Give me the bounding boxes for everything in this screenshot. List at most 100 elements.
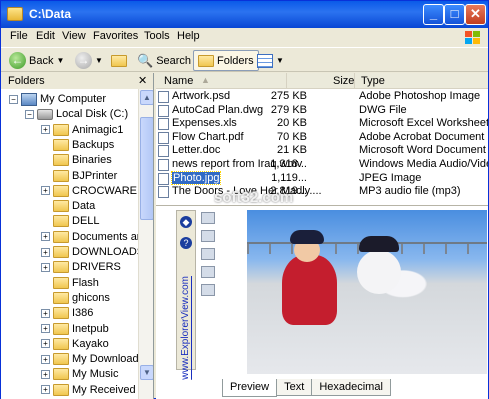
tree-item[interactable]: ghicons xyxy=(41,290,110,306)
tab-hexadecimal[interactable]: Hexadecimal xyxy=(311,379,391,396)
views-button[interactable]: ▼ xyxy=(257,50,284,71)
tree-item[interactable]: + DOWNLOADS xyxy=(41,244,144,260)
tree-item[interactable]: + My Received xyxy=(41,382,136,398)
scroll-down-icon[interactable]: ▼ xyxy=(140,365,153,380)
expand-icon[interactable]: + xyxy=(41,339,50,349)
tree-item-label: ghicons xyxy=(72,291,110,304)
expand-icon[interactable]: + xyxy=(41,385,50,395)
file-size: 70 KB xyxy=(277,130,307,143)
tree-item[interactable]: Binaries xyxy=(41,152,112,168)
tree-item[interactable]: + My Downloads xyxy=(41,351,144,367)
title-bar[interactable]: C:\Data _ □ ✕ xyxy=(1,1,488,28)
tree-item-label: I386 xyxy=(72,307,94,320)
explorerview-link[interactable]: www.ExplorerView.com xyxy=(180,276,191,380)
expand-icon[interactable]: + xyxy=(41,369,50,379)
tree-item[interactable]: DELL xyxy=(41,213,100,229)
close-button[interactable]: ✕ xyxy=(465,4,486,25)
minimize-button[interactable]: _ xyxy=(423,4,444,25)
collapse-icon[interactable]: − xyxy=(9,94,18,104)
up-folder-button[interactable] xyxy=(111,50,127,71)
menu-tools[interactable]: Tools xyxy=(144,30,170,42)
menu-help[interactable]: Help xyxy=(177,30,200,42)
back-button[interactable]: ← Back ▼ xyxy=(9,50,64,71)
menu-edit[interactable]: Edit xyxy=(36,30,55,42)
preview-pane: ◆ ? www.ExplorerView.com soft32.com Prev… xyxy=(156,189,488,399)
tree-item-label: Binaries xyxy=(72,154,112,167)
search-button[interactable]: 🔍 Search xyxy=(137,50,191,71)
file-row[interactable]: Letter.doc 21 KB Microsoft Word Document xyxy=(156,144,488,158)
file-icon xyxy=(158,159,169,171)
tree-item[interactable]: + DRIVERS xyxy=(41,259,121,275)
search-icon: 🔍 xyxy=(137,52,154,68)
help-icon[interactable]: ? xyxy=(180,237,192,249)
forward-button[interactable]: → ▼ xyxy=(75,50,103,71)
file-name: Expenses.xls xyxy=(172,117,237,130)
folder-icon xyxy=(53,368,69,381)
file-row[interactable]: news report from Iraq.wmv 1,318... Windows… xyxy=(156,158,488,171)
tree-item-label: Data xyxy=(72,200,96,213)
column-name[interactable]: Name xyxy=(164,75,193,87)
expand-icon[interactable]: + xyxy=(41,262,50,272)
scroll-up-icon[interactable]: ▲ xyxy=(140,90,153,105)
folder-icon xyxy=(53,276,69,289)
tool-icon[interactable] xyxy=(201,248,215,260)
menu-favorites[interactable]: Favorites xyxy=(93,30,138,42)
tab-preview[interactable]: Preview xyxy=(222,379,278,397)
folder-icon xyxy=(53,123,69,136)
file-size: 21 KB xyxy=(277,144,307,157)
expand-icon[interactable]: + xyxy=(41,324,50,333)
up-folder-icon xyxy=(111,54,127,67)
file-row[interactable]: Artwork.psd 275 KB Adobe Photoshop Image xyxy=(156,90,488,103)
file-row[interactable]: Expenses.xls 20 KB Microsoft Excel Workshe… xyxy=(156,117,488,131)
folder-icon xyxy=(53,337,69,350)
close-pane-icon[interactable]: ✕ xyxy=(138,74,147,87)
tree-item[interactable]: + Inetpub xyxy=(41,321,109,337)
expand-icon[interactable]: + xyxy=(41,308,50,318)
folder-icon xyxy=(53,307,69,320)
file-name: AutoCad Plan.dwg xyxy=(172,103,264,116)
tree-scrollbar[interactable]: ▲ ▼ xyxy=(138,89,153,399)
expand-icon[interactable]: + xyxy=(41,186,50,196)
menu-file[interactable]: File xyxy=(10,30,28,42)
file-row[interactable]: AutoCad Plan.dwg 279 KB DWG File xyxy=(156,104,488,117)
file-type: Adobe Acrobat Document xyxy=(359,130,485,143)
tool-icon[interactable] xyxy=(201,230,215,242)
folder-icon xyxy=(53,261,69,274)
tool-icon[interactable] xyxy=(201,266,215,278)
tree-item[interactable]: + CROCWARE xyxy=(41,183,137,199)
menu-view[interactable]: View xyxy=(62,30,86,42)
tree-item[interactable]: + My Music xyxy=(41,366,118,382)
tree-item[interactable]: + Animagic1 xyxy=(41,122,123,138)
tool-icon[interactable] xyxy=(201,284,215,296)
file-row[interactable]: Photo.jpg 1,119... JPEG Image xyxy=(156,170,488,185)
tool-icon[interactable] xyxy=(201,212,215,224)
maximize-button[interactable]: □ xyxy=(444,4,465,25)
tree-item-label: DOWNLOADS xyxy=(72,246,145,258)
expand-icon[interactable]: + xyxy=(41,354,50,364)
collapse-icon[interactable]: − xyxy=(25,109,34,119)
tree-item[interactable]: − Local Disk (C:) xyxy=(25,106,128,122)
folder-icon xyxy=(53,215,69,228)
file-row[interactable]: Flow Chart.pdf 70 KB Adobe Acrobat Documen… xyxy=(156,131,488,144)
column-size[interactable]: Size xyxy=(333,75,354,87)
scroll-thumb[interactable] xyxy=(140,117,153,220)
file-row[interactable]: The Doors - Love Her Madly.... 2,819... MP… xyxy=(156,185,488,199)
expand-icon[interactable]: + xyxy=(41,232,50,242)
tab-text[interactable]: Text xyxy=(276,379,313,396)
tree-item[interactable]: + I386 xyxy=(41,305,93,321)
file-icon xyxy=(158,104,169,117)
tree-item-label: My Downloads xyxy=(72,353,145,366)
tree-item[interactable]: + Kayako xyxy=(41,336,109,352)
tree-item[interactable]: − My Computer xyxy=(9,91,106,107)
tree-item-label: Local Disk (C:) xyxy=(56,108,129,121)
info-icon[interactable]: ◆ xyxy=(180,216,192,228)
file-type: Microsoft Word Document xyxy=(359,144,486,157)
folders-button[interactable]: Folders xyxy=(193,50,259,71)
expand-icon[interactable]: + xyxy=(41,247,50,257)
expand-icon[interactable]: + xyxy=(41,125,50,135)
column-type[interactable]: Type xyxy=(361,75,385,87)
tree-item[interactable]: Data xyxy=(41,198,95,214)
tree-item[interactable]: Flash xyxy=(41,275,99,291)
tree-item[interactable]: Backups xyxy=(41,137,114,153)
tree-item[interactable]: BJPrinter xyxy=(41,168,117,184)
